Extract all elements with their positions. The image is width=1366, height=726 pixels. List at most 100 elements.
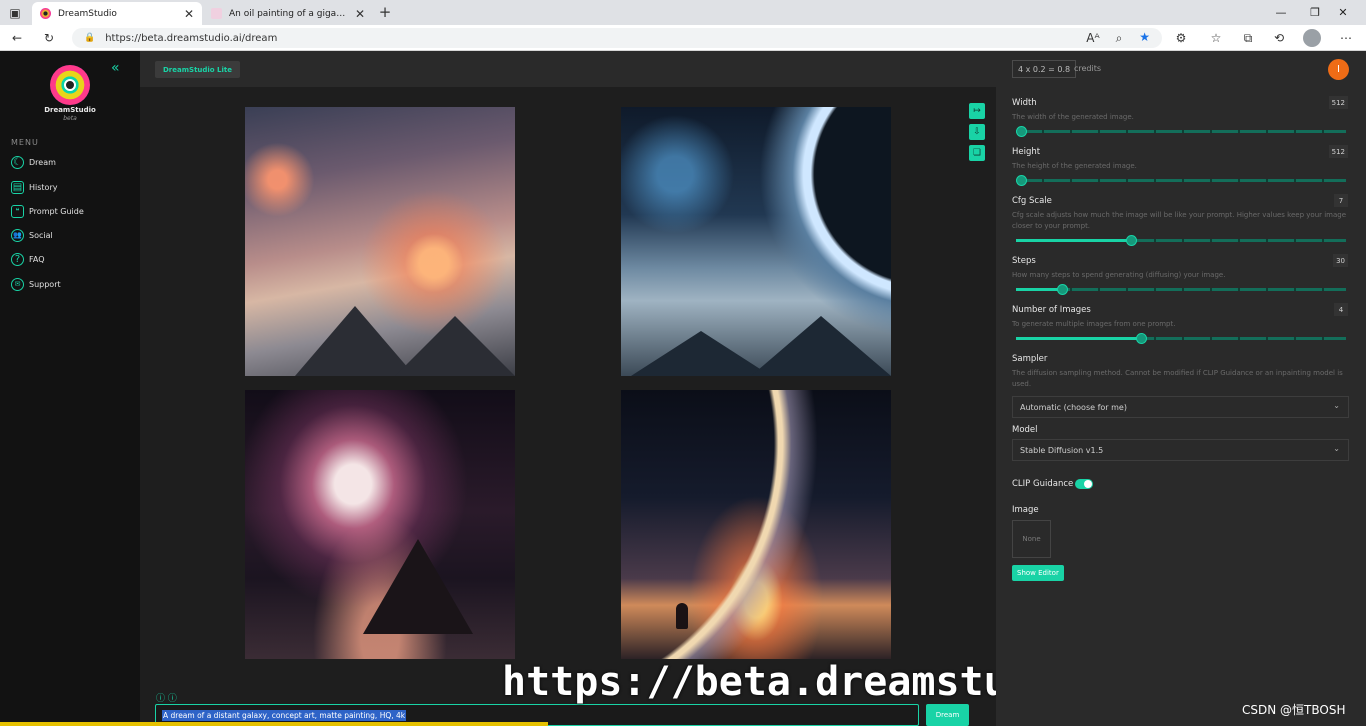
cfg-desc: Cfg scale adjusts how much the image wil… [1012, 211, 1347, 230]
more-menu-icon[interactable]: ⋯ [1337, 29, 1355, 47]
steps-slider[interactable] [1016, 284, 1346, 295]
collections-icon[interactable]: ⧉ [1239, 29, 1257, 47]
tab-title: DreamStudio [58, 8, 117, 19]
sampler-select[interactable]: Automatic (choose for me) ⌄ [1012, 396, 1349, 418]
menu-label: MENU [11, 138, 39, 147]
tab-oil-painting[interactable]: An oil painting of a gigachad ass ✕ [203, 2, 373, 25]
tab-actions-icon[interactable]: ▣ [6, 4, 24, 22]
dreamstudio-favicon-icon [40, 8, 51, 19]
back-icon[interactable]: ← [8, 29, 26, 47]
extensions-icon[interactable]: ⚙ [1172, 29, 1190, 47]
tab-title: An oil painting of a gigachad ass [229, 8, 349, 19]
clip-guidance-setting: CLIP Guidance [1012, 479, 1348, 489]
num-images-title: Number of Images [1012, 305, 1091, 315]
sidebar-item-label: Dream [29, 157, 56, 167]
width-slider[interactable] [1016, 126, 1346, 137]
generated-image-1[interactable] [245, 107, 515, 376]
width-title: Width [1012, 98, 1037, 108]
sidebar-item-prompt-guide[interactable]: ❝ Prompt Guide [11, 203, 84, 219]
support-icon: ✉ [11, 277, 24, 291]
sidebar-item-dream[interactable]: ☾ Dream [11, 154, 56, 170]
browser-toolbar: ← ↻ 🔒 https://beta.dreamstudio.ai/dream … [0, 25, 1366, 51]
watermark-text: CSDN @恒TBOSH [1242, 703, 1346, 717]
zoom-icon[interactable]: ⌕ [1110, 29, 1128, 47]
copy-icon[interactable]: ❏ [969, 145, 985, 161]
init-image-box[interactable]: None [1012, 520, 1051, 558]
show-editor-button[interactable]: Show Editor [1012, 565, 1064, 581]
credits-value: 4 x 0.2 = 0.8 [1012, 60, 1077, 78]
height-setting: Height The height of the generated image… [1012, 145, 1348, 172]
sidebar-item-social[interactable]: 👥 Social [11, 227, 53, 243]
number-of-images-setting: Number of Images To generate multiple im… [1012, 303, 1348, 330]
help-icon: ⓘ [156, 694, 166, 704]
prompt-help-icons[interactable]: ⓘ ⓘ [156, 691, 177, 704]
slider-knob[interactable] [1016, 126, 1027, 137]
window-close-icon[interactable]: ✕ [1320, 0, 1366, 25]
width-desc: The width of the generated image. [1012, 113, 1134, 121]
tab-dreamstudio[interactable]: DreamStudio ✕ [32, 2, 202, 25]
page-favicon-icon [211, 8, 222, 19]
download-icon[interactable]: ⇩ [969, 124, 985, 140]
image-setting: Image [1012, 505, 1348, 515]
num-images-desc: To generate multiple images from one pro… [1012, 320, 1176, 328]
sidebar-item-history[interactable]: ▤ History [11, 179, 57, 195]
sampler-desc: The diffusion sampling method. Cannot be… [1012, 369, 1343, 388]
width-value[interactable]: 512 [1328, 96, 1348, 109]
model-title: Model [1012, 425, 1038, 435]
model-setting: Model [1012, 425, 1348, 435]
browser-tab-bar: ▣ DreamStudio ✕ An oil painting of a gig… [0, 0, 1366, 25]
steps-value[interactable]: 30 [1333, 254, 1348, 267]
height-value[interactable]: 512 [1328, 145, 1348, 158]
brand-sub: beta [63, 115, 77, 122]
clip-title: CLIP Guidance [1012, 479, 1074, 489]
height-title: Height [1012, 147, 1041, 157]
slider-knob[interactable] [1136, 333, 1147, 344]
sidebar-item-label: History [29, 182, 58, 192]
dream-button[interactable]: Dream [926, 704, 969, 726]
sidebar-item-label: FAQ [29, 254, 45, 264]
favorite-star-icon[interactable]: ★ [1139, 30, 1150, 44]
cfg-scale-setting: Cfg Scale Cfg scale adjusts how much the… [1012, 194, 1348, 232]
address-bar[interactable]: 🔒 https://beta.dreamstudio.ai/dream Aᴬ ⌕… [72, 28, 1162, 48]
sidebar-item-support[interactable]: ✉ Support [11, 276, 61, 292]
sidebar-item-label: Social [29, 230, 53, 240]
number-of-images-slider[interactable] [1016, 333, 1346, 344]
dreamstudio-lite-badge[interactable]: DreamStudio Lite [155, 61, 241, 78]
image-title: Image [1012, 505, 1039, 515]
prompt-text: A dream of a distant galaxy, concept art… [162, 709, 407, 721]
slider-knob[interactable] [1016, 175, 1027, 186]
cfg-value[interactable]: 7 [1334, 194, 1348, 207]
generated-image-2[interactable] [621, 107, 891, 376]
collapse-sidebar-icon[interactable]: « [111, 60, 120, 76]
slider-knob[interactable] [1057, 284, 1068, 295]
read-aloud-icon[interactable]: Aᴬ [1084, 29, 1102, 47]
sidebar-item-faq[interactable]: ? FAQ [11, 251, 45, 267]
slider-knob[interactable] [1126, 235, 1137, 246]
width-setting: Width The width of the generated image. … [1012, 96, 1348, 123]
history-icon: ▤ [11, 180, 24, 194]
close-icon[interactable]: ✕ [355, 7, 365, 21]
credits-label: credits [1074, 64, 1102, 73]
chevron-down-icon: ⌄ [1333, 444, 1340, 453]
model-select[interactable]: Stable Diffusion v1.5 ⌄ [1012, 439, 1349, 461]
favorites-icon[interactable]: ☆ [1207, 29, 1225, 47]
image-actions: ↦ ⇩ ❏ [969, 103, 985, 166]
profile-avatar[interactable] [1303, 29, 1321, 47]
history-browser-icon[interactable]: ⟲ [1270, 29, 1288, 47]
sidebar: DreamStudio beta « MENU ☾ Dream ▤ Histor… [0, 51, 140, 726]
generated-image-3[interactable] [245, 390, 515, 659]
generated-image-4[interactable] [621, 390, 891, 659]
new-tab-icon[interactable]: + [376, 3, 394, 21]
height-slider[interactable] [1016, 175, 1346, 186]
clip-guidance-toggle[interactable] [1075, 479, 1093, 489]
refresh-icon[interactable]: ↻ [40, 29, 58, 47]
sidebar-item-label: Support [29, 279, 61, 289]
close-icon[interactable]: ✕ [184, 7, 194, 21]
num-images-value[interactable]: 4 [1334, 303, 1348, 316]
brand-name: DreamStudio [44, 106, 96, 114]
export-icon[interactable]: ↦ [969, 103, 985, 119]
sidebar-item-label: Prompt Guide [29, 206, 84, 216]
user-avatar[interactable]: I [1328, 59, 1349, 80]
cfg-scale-slider[interactable] [1016, 235, 1346, 246]
social-icon: 👥 [11, 228, 24, 242]
